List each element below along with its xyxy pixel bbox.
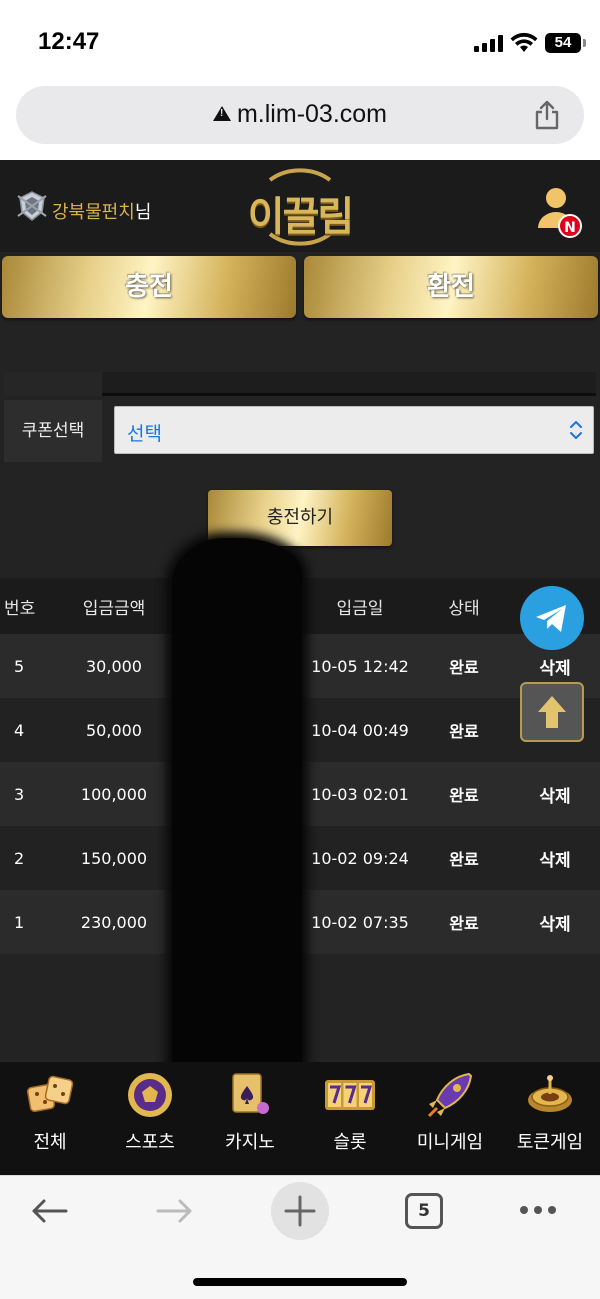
header-amount: 입금금액 (82, 598, 146, 619)
nav-item-slot[interactable]: 슬롯 (300, 1062, 400, 1175)
status-bar: 12:47 54 (0, 0, 600, 80)
rocket-icon (427, 1072, 473, 1118)
arrow-up-icon (538, 696, 566, 728)
nav-item-casino[interactable]: 카지노 (200, 1062, 300, 1175)
url-text: m.lim-03.com (236, 100, 387, 128)
notification-badge[interactable]: N (558, 214, 582, 238)
site-content: 강북물펀치님 이끌림 N 충전 환전 쿠폰선택 선택 충전하기 번호 입금금액 … (0, 160, 600, 1175)
row-date: 10-02 07:35 (311, 912, 409, 932)
plus-icon (284, 1195, 316, 1227)
delete-button[interactable]: 삭제 (520, 826, 590, 890)
nav-label: 미니게임 (416, 1132, 484, 1153)
row-date: 10-02 09:24 (311, 848, 409, 868)
row-date: 10-04 00:49 (311, 720, 409, 740)
delete-button[interactable]: 삭제 (520, 762, 590, 826)
header-no: 번호 (4, 598, 36, 619)
coupon-select-value: 선택 (127, 423, 162, 445)
dice-icon (26, 1075, 74, 1113)
header-status: 상태 (448, 598, 480, 619)
coupon-select[interactable]: 선택 (114, 406, 594, 454)
delete-button[interactable]: 삭제 (520, 890, 590, 954)
row-status: 완료 (449, 722, 479, 741)
nav-label: 스포츠 (125, 1132, 175, 1153)
select-chevron-icon (570, 421, 582, 439)
row-status: 완료 (449, 786, 479, 805)
row-no: 5 (14, 656, 25, 676)
roulette-icon (528, 1075, 572, 1112)
browser-toolbar: 5 (0, 1175, 600, 1299)
row-status: 완료 (449, 914, 479, 933)
nav-label: 전체 (33, 1132, 67, 1153)
not-secure-warning-icon (212, 106, 231, 121)
nav-label: 토큰게임 (516, 1132, 584, 1153)
row-amount: 100,000 (80, 784, 148, 804)
game-category-nav: 전체 스포츠 카지노 슬롯 미니게임 토큰게임 (0, 1062, 600, 1175)
battery-icon: 54 (545, 33, 586, 53)
coupon-label: 쿠폰선택 (4, 400, 102, 462)
home-indicator (193, 1278, 407, 1286)
address-bar[interactable]: m.lim-03.com (16, 86, 584, 144)
scroll-to-top-button[interactable] (520, 682, 584, 742)
coupon-row: 쿠폰선택 선택 (4, 400, 596, 462)
row-amount: 50,000 (86, 720, 142, 740)
telegram-button[interactable] (520, 586, 584, 650)
soccer-ball-icon (128, 1073, 172, 1117)
row-amount: 230,000 (80, 912, 148, 932)
site-header: 강북물펀치님 이끌림 N (0, 160, 600, 252)
nav-item-minigame[interactable]: 미니게임 (400, 1062, 500, 1175)
row-status: 완료 (449, 850, 479, 869)
withdraw-tab-button[interactable]: 환전 (304, 256, 598, 318)
logo-text: 이끌림 (247, 194, 354, 240)
form-row-partial (4, 372, 596, 396)
row-status: 완료 (449, 658, 479, 677)
nav-label: 슬롯 (333, 1132, 367, 1153)
row-date: 10-03 02:01 (311, 784, 409, 804)
site-logo[interactable]: 이끌림 (240, 166, 360, 248)
row-no: 4 (14, 720, 25, 740)
slot-777-icon (325, 1080, 375, 1110)
clock: 12:47 (38, 28, 100, 55)
nav-label: 카지노 (225, 1132, 275, 1153)
new-tab-button[interactable] (271, 1182, 329, 1240)
row-no: 2 (14, 848, 25, 868)
share-icon[interactable] (534, 100, 560, 130)
header-date: 입금일 (336, 598, 384, 619)
nav-item-sports[interactable]: 스포츠 (100, 1062, 200, 1175)
cellular-signal-icon (474, 34, 503, 52)
back-arrow-icon[interactable] (30, 1196, 70, 1226)
row-no: 3 (14, 784, 25, 804)
username: 강북물펀치님 (52, 202, 152, 223)
forward-arrow-icon[interactable] (154, 1196, 194, 1226)
row-amount: 30,000 (86, 656, 142, 676)
playing-cards-icon (232, 1073, 269, 1114)
more-dots-icon[interactable] (518, 1204, 558, 1216)
telegram-icon (536, 605, 566, 632)
nav-item-all[interactable]: 전체 (0, 1062, 100, 1175)
rank-badge-icon (17, 191, 47, 221)
row-amount: 150,000 (80, 848, 148, 868)
row-date: 10-05 12:42 (311, 656, 409, 676)
redaction-scribble (172, 538, 302, 1128)
wifi-icon (510, 32, 538, 52)
deposit-tab-button[interactable]: 충전 (2, 256, 296, 318)
row-no: 1 (14, 912, 25, 932)
nav-item-token-game[interactable]: 토큰게임 (500, 1062, 600, 1175)
tabs-button[interactable]: 5 (405, 1193, 443, 1229)
